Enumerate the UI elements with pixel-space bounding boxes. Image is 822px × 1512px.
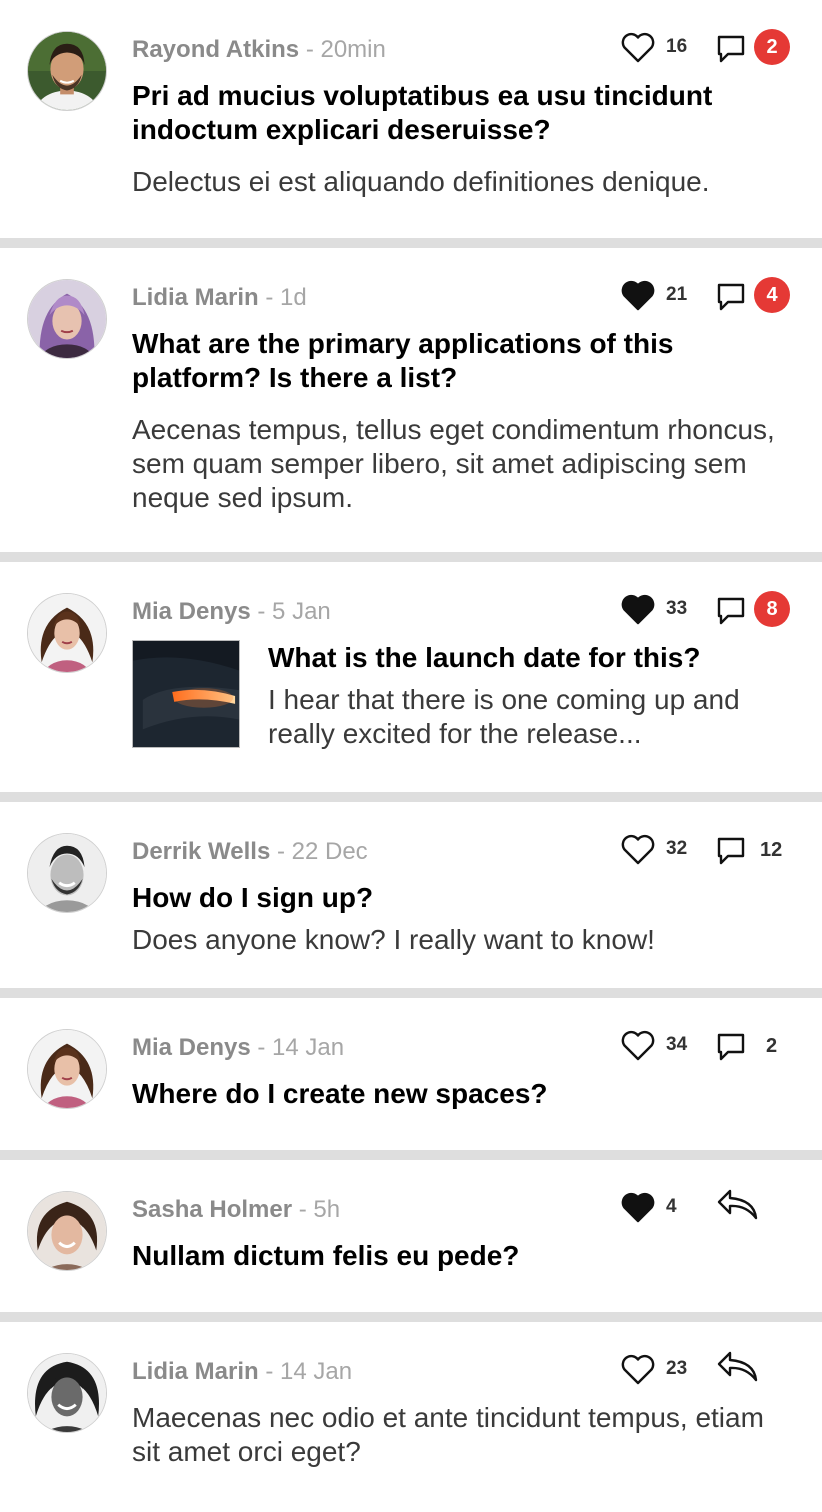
post-timestamp: - 14 Jan [265,1358,353,1385]
avatar[interactable] [27,1191,107,1271]
reply-icon [717,1189,758,1220]
post-card[interactable]: Derrik Wells - 22 Dec 32 12 How do I sig… [0,802,822,988]
divider [0,988,822,998]
comment-icon [717,597,745,625]
post-card[interactable]: Sasha Holmer - 5h 4 Nullam dictum felis … [0,1160,822,1312]
post-timestamp: - 14 Jan [257,1034,345,1061]
post-card[interactable]: Mia Denys - 14 Jan 34 2 Where do I creat… [0,998,822,1150]
comment-count: 2 [766,1035,778,1057]
author-name[interactable]: Mia Denys [132,1034,251,1061]
post-timestamp: - 5h [298,1196,341,1223]
post-timestamp: - 1d [265,284,307,311]
post-card[interactable]: Lidia Marin - 14 Jan 23 Maecenas nec odi… [0,1322,822,1512]
comment-button[interactable] [716,34,746,64]
reply-icon [717,1351,758,1382]
comment-button[interactable] [716,282,746,312]
avatar[interactable] [27,279,107,359]
like-button[interactable] [620,278,656,312]
post-meta: Mia Denys - 5 Jan [132,597,331,627]
author-name[interactable]: Rayond Atkins [132,36,299,63]
comment-count-badge: 2 [754,29,790,65]
like-count: 32 [666,838,688,859]
heart-outline-icon [621,32,655,63]
like-button[interactable] [620,592,656,626]
reply-button[interactable] [716,1188,760,1222]
comment-button[interactable] [716,1032,746,1062]
post-title[interactable]: What are the primary applications of thi… [132,327,782,395]
avatar[interactable] [27,593,107,673]
comment-icon [717,837,745,865]
divider [0,1150,822,1160]
post-card[interactable]: Mia Denys - 5 Jan 33 8 What is the launc… [0,562,822,792]
post-meta: Lidia Marin - 14 Jan [132,1357,352,1387]
heart-filled-icon [621,594,655,625]
comment-icon [717,35,745,63]
like-count: 16 [666,36,688,57]
comment-button[interactable] [716,836,746,866]
author-name[interactable]: Mia Denys [132,598,251,625]
post-body: Maecenas nec odio et ante tincidunt temp… [132,1402,764,1467]
reply-button[interactable] [716,1350,760,1384]
like-count: 21 [666,284,688,305]
avatar[interactable] [27,1029,107,1109]
post-body: Does anyone know? I really want to know! [132,924,655,955]
like-button[interactable] [620,1190,656,1224]
post-title[interactable]: Where do I create new spaces? [132,1077,782,1111]
heart-outline-icon [621,1030,655,1061]
author-name[interactable]: Sasha Holmer [132,1196,292,1223]
divider [0,238,822,248]
avatar[interactable] [27,31,107,111]
post-title[interactable]: Pri ad mucius voluptatibus ea usu tincid… [132,79,782,147]
like-button[interactable] [620,1352,656,1386]
post-card[interactable]: Rayond Atkins - 20min 16 2 Pri ad mucius… [0,0,822,238]
divider [0,792,822,802]
like-count: 23 [666,1358,688,1379]
comment-button[interactable] [716,596,746,626]
comment-count: 12 [760,839,783,861]
avatar[interactable] [27,1353,107,1433]
author-name[interactable]: Lidia Marin [132,1358,259,1385]
heart-filled-icon [621,280,655,311]
post-thumbnail[interactable] [132,640,240,748]
post-title[interactable]: Nullam dictum felis eu pede? [132,1239,782,1273]
like-button[interactable] [620,1028,656,1062]
like-button[interactable] [620,832,656,866]
like-count: 4 [666,1196,677,1217]
post-body: Aecenas tempus, tellus eget condimentum … [132,414,775,513]
author-name[interactable]: Lidia Marin [132,284,259,311]
post-meta: Lidia Marin - 1d [132,283,307,313]
comment-icon [717,1033,745,1061]
divider [0,552,822,562]
comment-count-badge: 4 [754,277,790,313]
author-name[interactable]: Derrik Wells [132,838,270,865]
heart-outline-icon [621,1354,655,1385]
post-timestamp: - 22 Dec [276,838,368,865]
post-timestamp: - 5 Jan [257,598,331,625]
post-meta: Mia Denys - 14 Jan [132,1033,344,1063]
post-body: Delectus ei est aliquando definitiones d… [132,166,710,197]
post-body: I hear that there is one coming up and r… [268,684,740,749]
divider [0,1312,822,1322]
heart-outline-icon [621,834,655,865]
post-timestamp: - 20min [305,36,386,63]
post-meta: Derrik Wells - 22 Dec [132,837,368,867]
comment-icon [717,283,745,311]
post-card[interactable]: Lidia Marin - 1d 21 4 What are the prima… [0,248,822,552]
like-count: 33 [666,598,688,619]
like-count: 34 [666,1034,688,1055]
post-title[interactable]: How do I sign up? [132,881,782,915]
post-meta: Sasha Holmer - 5h [132,1195,340,1225]
avatar[interactable] [27,833,107,913]
comment-count-badge: 8 [754,591,790,627]
like-button[interactable] [620,30,656,64]
post-meta: Rayond Atkins - 20min [132,35,386,65]
post-title[interactable]: What is the launch date for this? [268,641,788,675]
heart-filled-icon [621,1192,655,1223]
